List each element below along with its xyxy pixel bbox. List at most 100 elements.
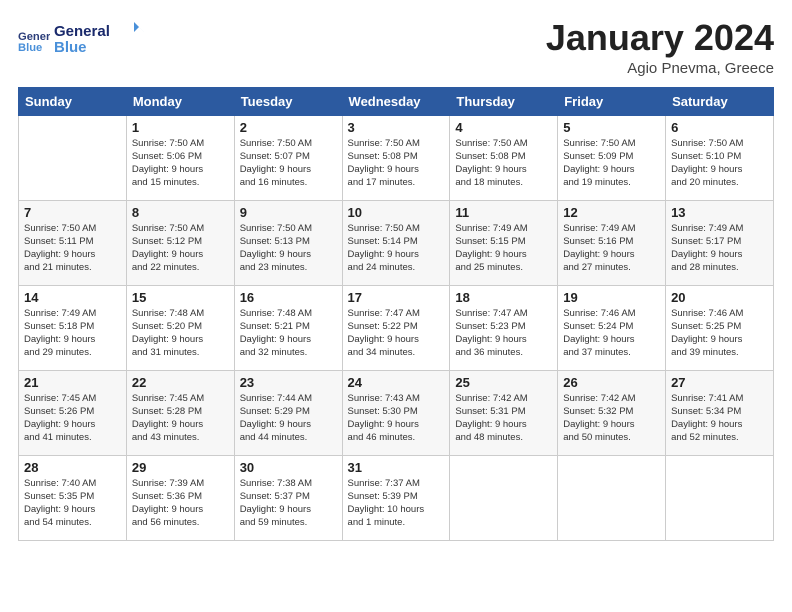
svg-text:General: General [54,23,110,40]
col-sunday: Sunday [19,87,127,115]
day-info: Sunrise: 7:39 AM Sunset: 5:36 PM Dayligh… [132,477,229,530]
day-info: Sunrise: 7:37 AM Sunset: 5:39 PM Dayligh… [348,477,445,530]
day-number: 23 [240,375,337,390]
col-thursday: Thursday [450,87,558,115]
table-row: 21 Sunrise: 7:45 AM Sunset: 5:26 PM Dayli… [19,370,127,455]
day-number: 7 [24,205,121,220]
table-row: 9Sunrise: 7:50 AM Sunset: 5:13 PM Daylig… [234,200,342,285]
page: General Blue General Blue January 2024 A… [0,0,792,612]
table-row: 11Sunrise: 7:49 AM Sunset: 5:15 PM Dayli… [450,200,558,285]
table-row: 15 Sunrise: 7:48 AM Sunset: 5:20 PM Dayli… [126,285,234,370]
table-row: 28 Sunrise: 7:40 AM Sunset: 5:35 PM Dayli… [19,455,127,540]
table-row: 14Sunrise: 7:49 AM Sunset: 5:18 PM Dayli… [19,285,127,370]
day-number: 30 [240,460,337,475]
day-number: 28 [24,460,121,475]
day-info: Sunrise: 7:48 AM Sunset: 5:20 PM Dayligh… [132,307,229,360]
logo-svg: General Blue [54,18,144,56]
day-info: Sunrise: 7:38 AM Sunset: 5:37 PM Dayligh… [240,477,337,530]
day-number: 27 [671,375,768,390]
day-number: 2 [240,120,337,135]
day-number: 14 [24,290,121,305]
table-row: 16 Sunrise: 7:48 AM Sunset: 5:21 PM Dayli… [234,285,342,370]
day-number: 26 [563,375,660,390]
day-info: Sunrise: 7:50 AM Sunset: 5:06 PM Dayligh… [132,137,229,190]
day-number: 3 [348,120,445,135]
day-info: Sunrise: 7:50 AM Sunset: 5:08 PM Dayligh… [348,137,445,190]
day-number: 22 [132,375,229,390]
col-tuesday: Tuesday [234,87,342,115]
table-row: 25 Sunrise: 7:42 AM Sunset: 5:31 PM Dayli… [450,370,558,455]
table-row [19,115,127,200]
day-info: Sunrise: 7:45 AM Sunset: 5:28 PM Dayligh… [132,392,229,445]
day-number: 24 [348,375,445,390]
day-info: Sunrise: 7:50 AM Sunset: 5:14 PM Dayligh… [348,222,445,275]
table-row: 8 Sunrise: 7:50 AM Sunset: 5:12 PM Daylig… [126,200,234,285]
day-info: Sunrise: 7:50 AM Sunset: 5:10 PM Dayligh… [671,137,768,190]
day-info: Sunrise: 7:50 AM Sunset: 5:09 PM Dayligh… [563,137,660,190]
week-row-3: 14Sunrise: 7:49 AM Sunset: 5:18 PM Dayli… [19,285,774,370]
table-row: 4Sunrise: 7:50 AM Sunset: 5:08 PM Daylig… [450,115,558,200]
table-row: 22 Sunrise: 7:45 AM Sunset: 5:28 PM Dayli… [126,370,234,455]
table-row: 3 Sunrise: 7:50 AM Sunset: 5:08 PM Daylig… [342,115,450,200]
table-row: 12 Sunrise: 7:49 AM Sunset: 5:16 PM Dayli… [558,200,666,285]
day-number: 13 [671,205,768,220]
day-info: Sunrise: 7:47 AM Sunset: 5:22 PM Dayligh… [348,307,445,360]
table-row: 30 Sunrise: 7:38 AM Sunset: 5:37 PM Dayli… [234,455,342,540]
day-info: Sunrise: 7:45 AM Sunset: 5:26 PM Dayligh… [24,392,121,445]
day-number: 15 [132,290,229,305]
svg-text:General: General [18,31,50,43]
calendar-title: January 2024 [546,18,774,58]
day-info: Sunrise: 7:42 AM Sunset: 5:31 PM Dayligh… [455,392,552,445]
table-row: 10Sunrise: 7:50 AM Sunset: 5:14 PM Dayli… [342,200,450,285]
table-row: 23 Sunrise: 7:44 AM Sunset: 5:29 PM Dayli… [234,370,342,455]
col-wednesday: Wednesday [342,87,450,115]
calendar-table: Sunday Monday Tuesday Wednesday Thursday… [18,87,774,541]
day-info: Sunrise: 7:50 AM Sunset: 5:07 PM Dayligh… [240,137,337,190]
week-row-2: 7 Sunrise: 7:50 AM Sunset: 5:11 PM Daylig… [19,200,774,285]
col-monday: Monday [126,87,234,115]
day-info: Sunrise: 7:50 AM Sunset: 5:11 PM Dayligh… [24,222,121,275]
table-row: 7 Sunrise: 7:50 AM Sunset: 5:11 PM Daylig… [19,200,127,285]
day-number: 31 [348,460,445,475]
logo: General Blue General Blue [18,18,144,61]
day-info: Sunrise: 7:49 AM Sunset: 5:16 PM Dayligh… [563,222,660,275]
day-number: 20 [671,290,768,305]
table-row [666,455,774,540]
day-number: 17 [348,290,445,305]
table-row [558,455,666,540]
day-number: 16 [240,290,337,305]
header-row: Sunday Monday Tuesday Wednesday Thursday… [19,87,774,115]
table-row: 13 Sunrise: 7:49 AM Sunset: 5:17 PM Dayli… [666,200,774,285]
day-info: Sunrise: 7:46 AM Sunset: 5:25 PM Dayligh… [671,307,768,360]
table-row: 24 Sunrise: 7:43 AM Sunset: 5:30 PM Dayli… [342,370,450,455]
day-number: 8 [132,205,229,220]
day-info: Sunrise: 7:48 AM Sunset: 5:21 PM Dayligh… [240,307,337,360]
col-friday: Friday [558,87,666,115]
table-row: 2 Sunrise: 7:50 AM Sunset: 5:07 PM Daylig… [234,115,342,200]
day-number: 25 [455,375,552,390]
day-info: Sunrise: 7:44 AM Sunset: 5:29 PM Dayligh… [240,392,337,445]
col-saturday: Saturday [666,87,774,115]
day-info: Sunrise: 7:50 AM Sunset: 5:12 PM Dayligh… [132,222,229,275]
day-number: 12 [563,205,660,220]
day-info: Sunrise: 7:49 AM Sunset: 5:17 PM Dayligh… [671,222,768,275]
day-number: 29 [132,460,229,475]
day-number: 4 [455,120,552,135]
table-row: 26 Sunrise: 7:42 AM Sunset: 5:32 PM Dayli… [558,370,666,455]
day-number: 18 [455,290,552,305]
day-number: 21 [24,375,121,390]
day-info: Sunrise: 7:46 AM Sunset: 5:24 PM Dayligh… [563,307,660,360]
table-row: 29 Sunrise: 7:39 AM Sunset: 5:36 PM Dayli… [126,455,234,540]
title-block: January 2024 Agio Pnevma, Greece [546,18,774,77]
table-row [450,455,558,540]
day-info: Sunrise: 7:42 AM Sunset: 5:32 PM Dayligh… [563,392,660,445]
day-info: Sunrise: 7:43 AM Sunset: 5:30 PM Dayligh… [348,392,445,445]
day-number: 11 [455,205,552,220]
week-row-1: 1Sunrise: 7:50 AM Sunset: 5:06 PM Daylig… [19,115,774,200]
day-info: Sunrise: 7:41 AM Sunset: 5:34 PM Dayligh… [671,392,768,445]
day-number: 5 [563,120,660,135]
svg-text:Blue: Blue [54,39,87,56]
day-info: Sunrise: 7:50 AM Sunset: 5:13 PM Dayligh… [240,222,337,275]
table-row: 17 Sunrise: 7:47 AM Sunset: 5:22 PM Dayli… [342,285,450,370]
day-info: Sunrise: 7:40 AM Sunset: 5:35 PM Dayligh… [24,477,121,530]
